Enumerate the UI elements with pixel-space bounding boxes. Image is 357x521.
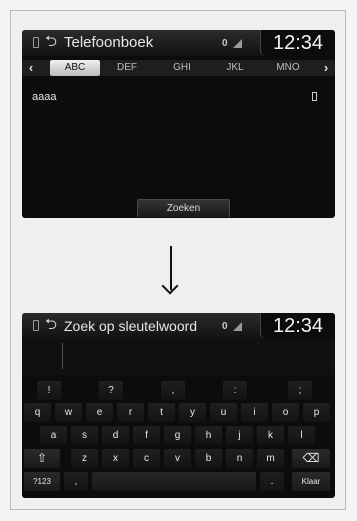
status-indicators: 0 xyxy=(222,319,264,335)
key-r[interactable]: r xyxy=(117,403,144,422)
key-done[interactable]: Klaar xyxy=(292,472,330,491)
tab-ghi[interactable]: GHI xyxy=(157,60,207,76)
keyboard: ! ? , : ; q w e r t y u i o p a s d f g … xyxy=(22,381,335,498)
shift-icon[interactable]: ⇧ xyxy=(24,449,60,468)
status-indicators: 0 xyxy=(222,36,264,52)
key-colon[interactable]: : xyxy=(223,381,247,400)
key-h[interactable]: h xyxy=(195,426,222,445)
phone-icon xyxy=(312,92,317,101)
backspace-icon[interactable]: ⌫ xyxy=(292,449,330,468)
keyword-search-screen: ⮌ Zoek op sleutelwoord 0 12:34 ! ? , : ;… xyxy=(22,313,335,498)
contact-row[interactable]: aaaa xyxy=(32,88,322,106)
key-k[interactable]: k xyxy=(257,426,284,445)
key-a[interactable]: a xyxy=(40,426,67,445)
key-period[interactable]: . xyxy=(260,472,284,491)
phonebook-screen: ⮌ Telefoonboek 0 12:34 ‹ ABC DEF GHI JKL… xyxy=(22,30,335,218)
key-w[interactable]: w xyxy=(55,403,82,422)
back-icon[interactable]: ⮌ xyxy=(45,315,57,335)
phone-icon xyxy=(33,320,39,331)
key-semicolon[interactable]: ; xyxy=(288,381,312,400)
screen-title: Zoek op sleutelwoord xyxy=(64,318,198,334)
bluetooth-count: 0 xyxy=(222,38,228,49)
key-f[interactable]: f xyxy=(133,426,160,445)
key-l[interactable]: l xyxy=(288,426,315,445)
screen-title: Telefoonboek xyxy=(64,34,154,51)
arrow-down-icon xyxy=(170,246,172,290)
tab-mno[interactable]: MNO xyxy=(263,60,313,76)
search-input[interactable] xyxy=(22,339,335,375)
key-u[interactable]: u xyxy=(210,403,237,422)
key-q[interactable]: q xyxy=(24,403,51,422)
key-c[interactable]: c xyxy=(133,449,160,468)
key-s[interactable]: s xyxy=(71,426,98,445)
key-question[interactable]: ? xyxy=(99,381,123,400)
clock: 12:34 xyxy=(260,30,335,56)
header-bar: ⮌ Telefoonboek 0 12:34 xyxy=(22,30,335,56)
key-o[interactable]: o xyxy=(272,403,299,422)
key-t[interactable]: t xyxy=(148,403,175,422)
key-comma[interactable]: , xyxy=(64,472,88,491)
key-z[interactable]: z xyxy=(71,449,98,468)
header-bar: ⮌ Zoek op sleutelwoord 0 12:34 xyxy=(22,313,335,339)
key-v[interactable]: v xyxy=(164,449,191,468)
signal-icon xyxy=(233,38,243,48)
bluetooth-count: 0 xyxy=(222,321,228,332)
key-j[interactable]: j xyxy=(226,426,253,445)
text-cursor xyxy=(62,343,63,369)
tab-next-arrow[interactable]: › xyxy=(319,60,333,76)
back-icon[interactable]: ⮌ xyxy=(45,32,57,52)
search-button[interactable]: Zoeken xyxy=(137,199,230,217)
key-comma-symbol[interactable]: , xyxy=(161,381,185,400)
key-mode-switch[interactable]: ?123 xyxy=(24,472,60,491)
key-g[interactable]: g xyxy=(164,426,191,445)
key-exclamation[interactable]: ! xyxy=(37,381,61,400)
key-d[interactable]: d xyxy=(102,426,129,445)
key-x[interactable]: x xyxy=(102,449,129,468)
key-space[interactable] xyxy=(92,472,256,491)
clock: 12:34 xyxy=(260,313,335,339)
key-i[interactable]: i xyxy=(241,403,268,422)
signal-icon xyxy=(233,321,243,331)
tab-prev-arrow[interactable]: ‹ xyxy=(24,60,38,76)
phone-icon xyxy=(33,37,39,48)
contact-name: aaaa xyxy=(32,91,57,103)
key-p[interactable]: p xyxy=(303,403,330,422)
tab-def[interactable]: DEF xyxy=(102,60,152,76)
key-b[interactable]: b xyxy=(195,449,222,468)
key-e[interactable]: e xyxy=(86,403,113,422)
tab-abc[interactable]: ABC xyxy=(50,60,100,76)
key-n[interactable]: n xyxy=(226,449,253,468)
tab-jkl[interactable]: JKL xyxy=(210,60,260,76)
key-m[interactable]: m xyxy=(257,449,284,468)
alphabet-tabs: ‹ ABC DEF GHI JKL MNO › xyxy=(22,60,335,76)
key-y[interactable]: y xyxy=(179,403,206,422)
